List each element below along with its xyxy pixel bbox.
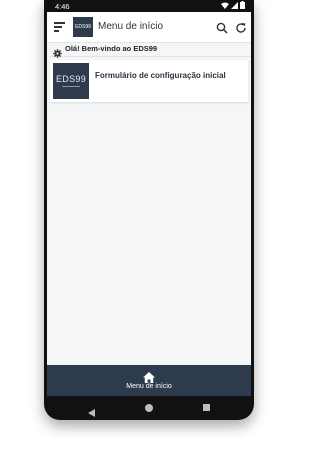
bottom-nav[interactable]: Menu de início xyxy=(47,365,251,396)
phone-frame: 4:46 EDS99 Menu de início Olá! Bem-vindo… xyxy=(44,0,254,420)
status-bar: 4:46 xyxy=(47,0,251,12)
status-time: 4:46 xyxy=(55,2,70,11)
screen: 4:46 EDS99 Menu de início Olá! Bem-vindo… xyxy=(47,0,251,396)
recents-icon[interactable] xyxy=(203,404,210,411)
page-title: Menu de início xyxy=(98,21,164,32)
bottom-nav-label[interactable]: Menu de início xyxy=(47,383,251,390)
search-icon[interactable] xyxy=(216,21,228,34)
logo-underline xyxy=(62,86,80,87)
home-icon[interactable] xyxy=(143,370,155,383)
battery-icon xyxy=(240,1,245,11)
wifi-icon xyxy=(221,2,229,11)
menu-icon[interactable] xyxy=(54,22,65,32)
list-item[interactable]: EDS99 Formulário de configuração inicial xyxy=(50,60,248,102)
home-circle-icon[interactable] xyxy=(145,404,153,412)
back-icon[interactable] xyxy=(88,404,96,417)
signal-icon xyxy=(231,1,238,11)
welcome-text: Olá! Bem-vindo ao EDS99 xyxy=(65,44,158,53)
system-nav-bar xyxy=(44,396,254,420)
app-bar: EDS99 Menu de início xyxy=(47,12,251,43)
card-logo: EDS99 xyxy=(53,63,89,99)
gear-icon xyxy=(53,45,62,58)
card-logo-text: EDS99 xyxy=(55,74,87,84)
status-icons xyxy=(221,1,245,11)
card-title: Formulário de configuração inicial xyxy=(95,71,226,80)
app-logo: EDS99 xyxy=(73,17,93,37)
refresh-icon[interactable] xyxy=(235,21,247,33)
welcome-bar: Olá! Bem-vindo ao EDS99 xyxy=(47,43,251,58)
